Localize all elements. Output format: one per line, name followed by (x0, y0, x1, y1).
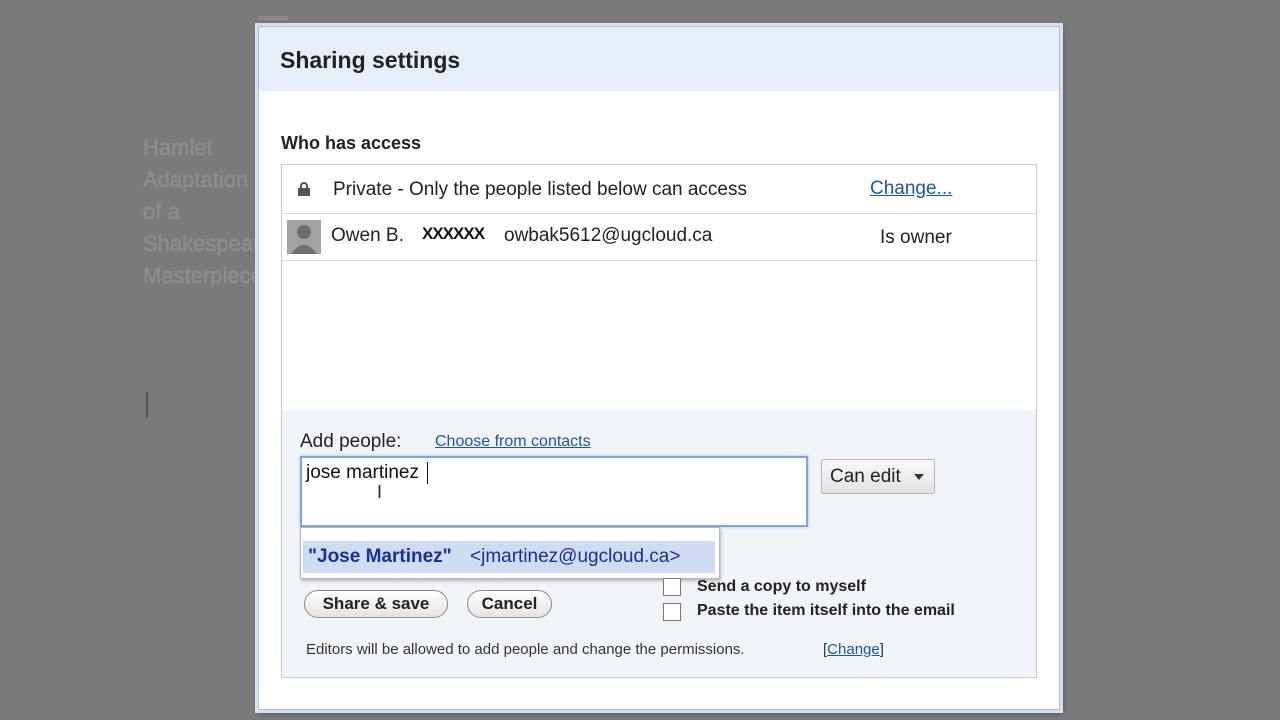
document-cursor (146, 392, 148, 418)
owner-email: owbak5612@ugcloud.ca (504, 225, 713, 246)
doc-line: Adaptation (143, 167, 249, 192)
lock-icon (298, 182, 310, 196)
permissions-change: [Change] (823, 641, 884, 658)
ibeam-cursor-icon: I (377, 482, 383, 502)
who-has-access-heading: Who has access (281, 133, 422, 153)
background-mark (258, 16, 288, 20)
visibility-text: Private - Only the people listed below c… (333, 179, 747, 200)
permission-dropdown[interactable]: Can edit (821, 459, 935, 494)
background-document-text: Hamlet Adaptation of a Shakespeare Maste… (143, 132, 273, 292)
autocomplete-suggestion[interactable]: "Jose Martinez" <jmartinez@ugcloud.ca> (303, 541, 715, 573)
add-people-section: Add people: Choose from contacts jose ma… (282, 410, 1036, 677)
private-row: Private - Only the people listed below c… (282, 165, 1036, 214)
permissions-change-link[interactable]: Change (827, 641, 880, 658)
autocomplete-dropdown: "Jose Martinez" <jmartinez@ugcloud.ca> (300, 527, 720, 579)
dialog-header: Sharing settings (259, 27, 1059, 91)
doc-line: Shakespeare (143, 231, 273, 256)
owner-name: Owen B. (331, 225, 404, 246)
avatar (287, 220, 321, 254)
doc-line: of a (143, 199, 180, 224)
suggestion-email: <jmartinez@ugcloud.ca> (470, 546, 681, 567)
owner-row: Owen B. XXXXXX owbak5612@ugcloud.ca Is o… (282, 214, 1036, 261)
share-save-button[interactable]: Share & save (304, 590, 448, 618)
suggestion-name: "Jose Martinez" (308, 546, 452, 567)
send-copy-label: Send a copy to myself (697, 578, 866, 595)
dialog-title: Sharing settings (280, 47, 461, 73)
redacted-text: XXXXXX (422, 224, 485, 243)
send-copy-checkbox[interactable] (663, 578, 681, 596)
paste-item-checkbox[interactable] (663, 603, 681, 621)
text-caret (427, 462, 428, 484)
choose-from-contacts-link[interactable]: Choose from contacts (435, 433, 591, 451)
permissions-note: Editors will be allowed to add people an… (306, 641, 745, 658)
chevron-down-icon (914, 474, 924, 480)
doc-line: Hamlet (143, 135, 213, 160)
add-people-label: Add people: (300, 431, 402, 452)
paste-item-label: Paste the item itself into the email (697, 602, 955, 619)
permission-label: Can edit (830, 465, 901, 487)
owner-role: Is owner (880, 227, 952, 248)
change-visibility-link[interactable]: Change... (870, 178, 952, 200)
access-list: Private - Only the people listed below c… (281, 164, 1037, 678)
cancel-button[interactable]: Cancel (467, 590, 552, 618)
sharing-dialog: Sharing settings Who has access Private … (258, 26, 1060, 710)
doc-line: Masterpiece (143, 263, 263, 288)
